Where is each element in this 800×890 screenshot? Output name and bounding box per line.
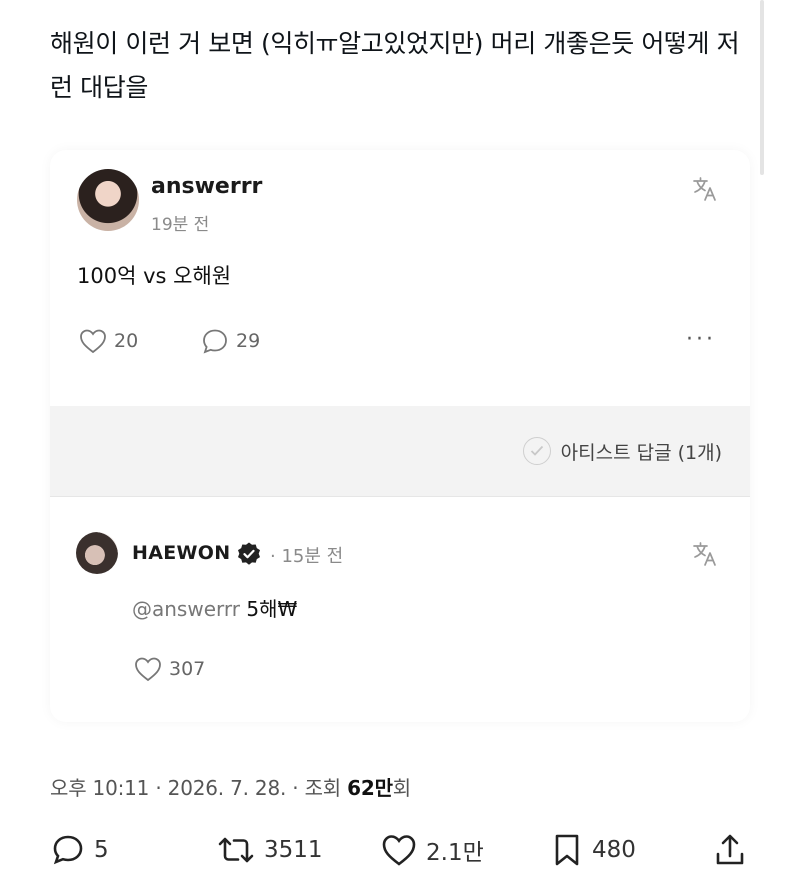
verified-badge-icon: [236, 541, 262, 567]
check-circle-icon: [522, 437, 551, 465]
reply-body: @answerrr 5해₩: [132, 593, 297, 622]
heart-icon: [80, 329, 106, 354]
bookmark-button[interactable]: 480: [550, 832, 636, 868]
heart-icon: [135, 657, 161, 682]
speech-bubble-icon: [53, 835, 83, 865]
quote-timestamp: 19분 전: [151, 215, 210, 235]
scrollbar[interactable]: [760, 0, 764, 175]
view-count-suffix: 회: [392, 776, 411, 800]
reply-button[interactable]: 5: [50, 832, 109, 868]
quote-like-button[interactable]: 20: [78, 327, 138, 355]
reply-count: 5: [94, 837, 109, 863]
retweet-icon: [218, 837, 254, 863]
quote-reply-count: 29: [236, 330, 261, 352]
reply-like-button[interactable]: 307: [133, 655, 205, 683]
translate-icon[interactable]: [690, 539, 720, 569]
avatar[interactable]: [77, 169, 139, 231]
retweet-count: 3511: [264, 837, 323, 863]
like-count: 2.1만: [426, 840, 484, 866]
quote-like-count: 20: [114, 330, 139, 352]
artist-reply-label: 아티스트 답글 (1개): [560, 441, 722, 464]
bookmark-icon: [555, 834, 579, 866]
reply-like-count: 307: [169, 658, 206, 680]
retweet-button[interactable]: 3511: [216, 832, 323, 868]
post-text: 해원이 이런 거 보면 (익히ㅠ알고있었지만) 머리 개좋은듯 어떻게 저런 대…: [50, 29, 740, 102]
more-options-icon[interactable]: ···: [686, 329, 716, 351]
quote-reply-button[interactable]: 29: [200, 327, 260, 355]
artist-reply-toggle[interactable]: 아티스트 답글 (1개): [522, 437, 722, 465]
speech-bubble-icon: [203, 329, 227, 354]
like-button[interactable]: 2.1만: [380, 832, 484, 868]
share-icon: [716, 834, 744, 865]
reply-author-name[interactable]: HAEWON: [132, 542, 230, 564]
heart-icon: [382, 835, 416, 866]
reply-text: 5해₩: [246, 597, 298, 621]
reply-timestamp: · 15분 전: [270, 546, 344, 567]
action-toolbar: 5 3511 2.1만 480: [50, 832, 750, 876]
reply-avatar[interactable]: [76, 532, 118, 574]
quoted-card[interactable]: answerrr 19분 전 100억 vs 오해원 20 29 ··· 아티스…: [50, 150, 750, 722]
post-meta: 오후 10:11 · 2026. 7. 28. · 조회 62만회: [50, 772, 411, 801]
divider: [50, 496, 750, 497]
share-button[interactable]: [712, 832, 756, 868]
bookmark-count: 480: [592, 837, 636, 863]
post-timestamp-views: 오후 10:11 · 2026. 7. 28. · 조회: [50, 776, 348, 800]
quote-body: 100억 vs 오해원: [77, 264, 232, 288]
quote-author-name[interactable]: answerrr: [151, 174, 262, 199]
view-count: 62만: [347, 776, 393, 800]
mention-link[interactable]: @answerrr: [132, 597, 240, 621]
translate-icon[interactable]: [690, 174, 720, 204]
